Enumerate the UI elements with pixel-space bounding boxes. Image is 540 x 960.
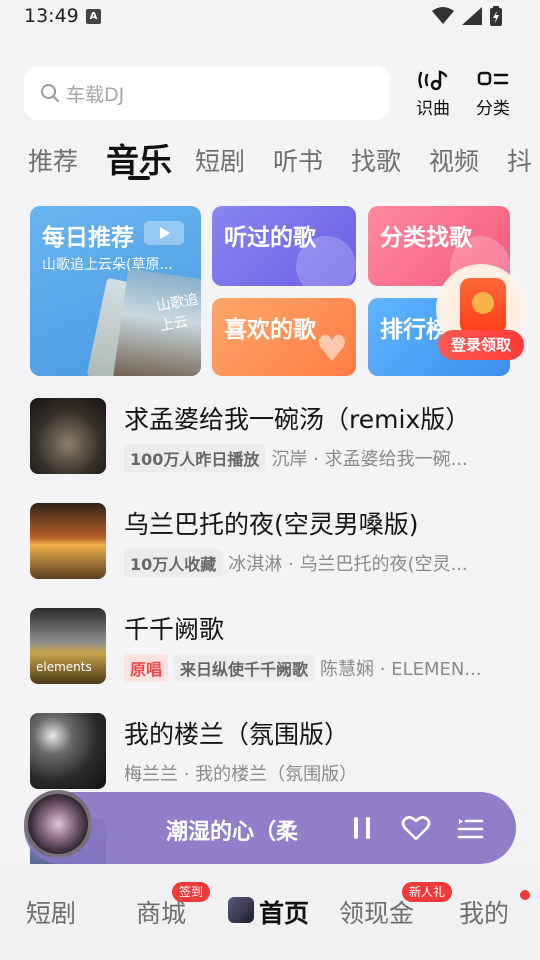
nav-cash[interactable]: 领现金 [339,894,414,930]
status-bar: 13:49 A [0,0,540,36]
song-row[interactable]: elements 千千阙歌 原唱 来日纵使千千阙歌 陈慧娴 · ELEMEN..… [0,608,540,704]
song-cover [30,503,106,579]
song-row[interactable]: 乌兰巴托的夜(空灵男嗓版) 10万人收藏 冰淇淋 · 乌兰巴托的夜(空灵... [0,503,540,599]
search-icon [41,84,59,102]
tab-find-song[interactable]: 找歌 [351,142,401,178]
daily-recommend-title: 每日推荐 [42,225,134,251]
status-icons [432,6,502,26]
home-icon [228,897,254,923]
daily-recommend-card[interactable]: 山歌追上云 每日推荐 山歌追上云朵(草原... [30,206,201,376]
battery-icon [490,6,502,26]
daily-recommend-subtitle: 山歌追上云朵(草原... [42,257,173,273]
heart-icon: ♥ [315,329,348,370]
song-artist: 冰淇淋 · 乌兰巴托的夜(空灵... [228,554,468,575]
album-art-text: 山歌追上云 [155,291,200,335]
heard-songs-card[interactable]: 听过的歌 [212,206,356,286]
tab-douyin[interactable]: 抖 [507,142,532,178]
song-artist: 梅兰兰 · 我的楼兰（氛围版） [124,764,358,785]
song-artist: 沉岸 · 求孟婆给我一碗... [271,449,468,470]
song-tag: 来日纵使千千阙歌 [174,654,315,682]
song-meta: 100万人昨日播放 沉岸 · 求孟婆给我一碗... [124,444,514,472]
playlist-icon[interactable] [454,812,486,844]
nav-me[interactable]: 我的 [459,894,509,930]
song-meta: 原唱 来日纵使千千阙歌 陈慧娴 · ELEMEN... [124,654,514,682]
category-button[interactable]: 分类 [468,68,518,119]
song-title: 我的楼兰（氛围版） [124,720,350,749]
category-songs-title: 分类找歌 [380,225,472,251]
search-placeholder: 车载DJ [66,83,125,106]
heard-songs-title: 听过的歌 [224,225,316,251]
tab-audiobook[interactable]: 听书 [273,142,323,178]
nav-home[interactable]: 首页 [259,894,309,930]
song-tag: 100万人昨日播放 [124,444,266,472]
category-icon [477,71,509,86]
song-title: 乌兰巴托的夜(空灵男嗓版) [124,510,419,539]
login-reward-promo[interactable]: 登录领取 [436,264,526,360]
song-title: 千千阙歌 [124,615,225,644]
play-icon [144,221,184,245]
song-tag: 10万人收藏 [124,549,223,577]
recognize-music-icon [418,70,448,91]
song-artist: 陈慧娴 · ELEMEN... [320,659,482,680]
top-tabs: 推荐 音乐 短剧 听书 找歌 视频 抖 [0,134,540,190]
notification-a-icon: A [86,9,101,24]
nav-badge-new-user: 新人礼 [402,882,453,902]
liked-songs-card[interactable]: ♥ 喜欢的歌 [212,298,356,376]
bottom-nav: 短剧 商城 签到 首页 领现金 新人礼 我的 [0,864,540,960]
song-meta: 梅兰兰 · 我的楼兰（氛围版） [124,759,514,787]
song-row[interactable]: 求孟婆给我一碗汤（remix版） 100万人昨日播放 沉岸 · 求孟婆给我一碗.… [0,398,540,494]
search-input[interactable]: 车载DJ [24,66,390,120]
active-tab-indicator [128,176,150,180]
signal-icon [462,7,482,25]
notification-dot [520,890,530,900]
original-singer-tag: 原唱 [124,654,169,682]
tab-music[interactable]: 音乐 [106,134,172,182]
player-disc[interactable] [24,790,92,858]
nav-badge-sign-in: 签到 [172,882,211,902]
player-song-title: 潮湿的心（柔 [166,820,299,845]
tab-short-drama[interactable]: 短剧 [195,142,245,178]
mini-player[interactable]: 潮湿的心（柔 [24,790,516,864]
status-time: 13:49 [24,5,79,27]
nav-short-drama[interactable]: 短剧 [26,894,76,930]
song-cover [30,713,106,789]
recognize-music-button[interactable]: 识曲 [408,68,458,119]
login-reward-label: 登录领取 [438,330,524,360]
song-title: 求孟婆给我一碗汤（remix版） [124,405,471,434]
wifi-icon [432,7,454,24]
song-cover: elements [30,608,106,684]
tab-video[interactable]: 视频 [429,142,479,178]
category-label: 分类 [476,99,510,119]
liked-songs-title: 喜欢的歌 [224,317,316,343]
song-cover [30,398,106,474]
coin-icon [472,292,494,314]
song-meta: 10万人收藏 冰淇淋 · 乌兰巴托的夜(空灵... [124,549,514,577]
heart-outline-icon[interactable] [400,812,432,844]
pause-icon[interactable] [346,812,378,844]
recognize-music-label: 识曲 [416,99,450,119]
tab-recommend[interactable]: 推荐 [28,142,78,178]
cover-text: elements [36,660,92,674]
